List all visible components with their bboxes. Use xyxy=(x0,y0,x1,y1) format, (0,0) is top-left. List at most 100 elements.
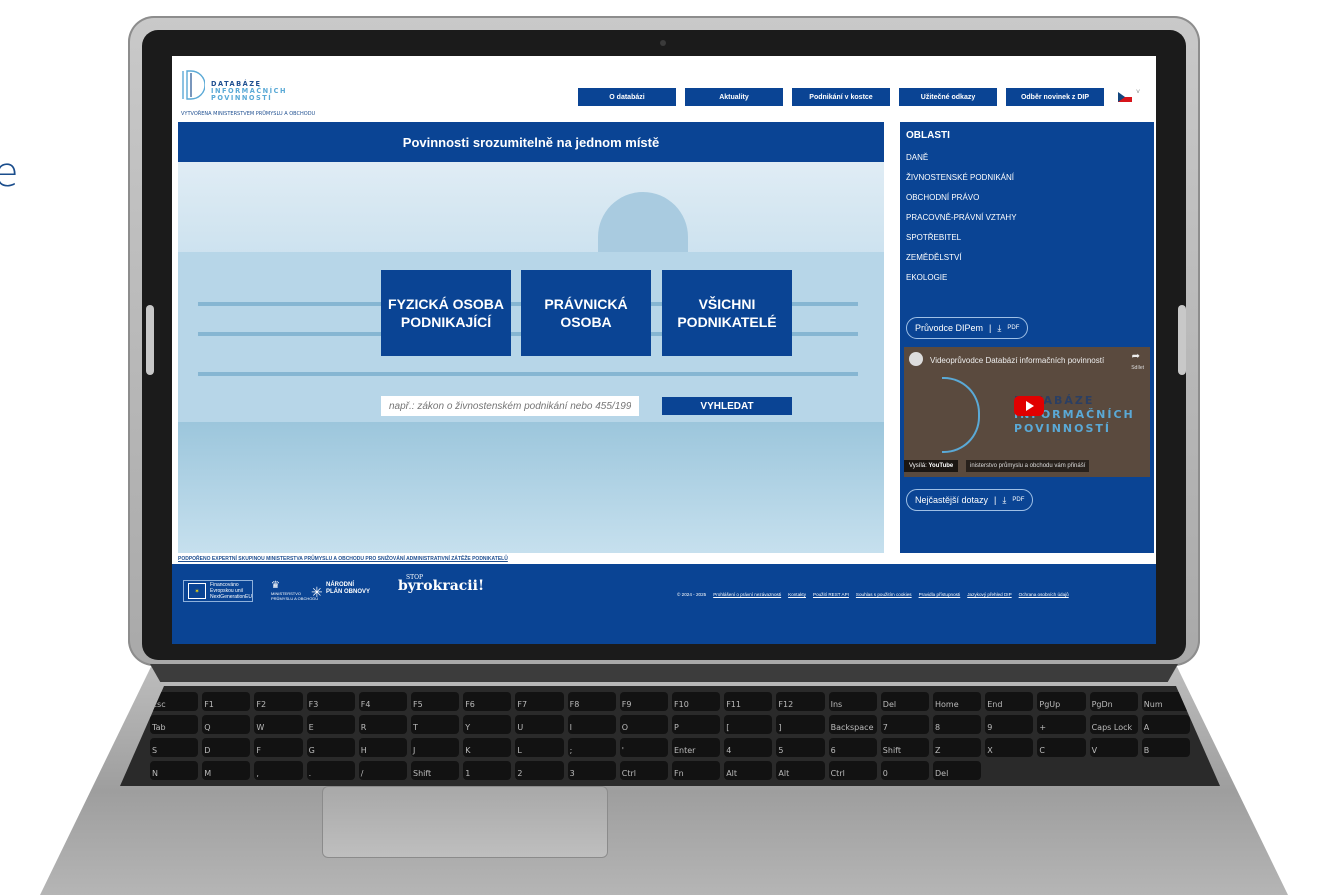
keyboard-key[interactable]: , xyxy=(254,761,303,780)
sidebar-item-zemedelstvi[interactable]: ZEMĚDĚLSTVÍ xyxy=(906,253,962,262)
keyboard-key[interactable]: 2 xyxy=(515,761,564,780)
keyboard-key[interactable]: Del xyxy=(880,692,929,711)
search-button[interactable]: VYHLEDAT xyxy=(662,397,792,415)
dip-logo[interactable]: DATABÁZE INFORMAČNÍCH POVINNOSTÍ xyxy=(181,69,291,113)
keyboard-key[interactable]: Backspace xyxy=(828,715,877,734)
keyboard-key[interactable]: Alt xyxy=(776,761,825,780)
tile-fyzicka-osoba[interactable]: FYZICKÁ OSOBA PODNIKAJÍCÍ xyxy=(381,270,511,356)
keyboard-key[interactable]: Ins xyxy=(828,692,877,711)
sidebar-item-zivnostenske-podnikani[interactable]: ŽIVNOSTENSKÉ PODNIKÁNÍ xyxy=(906,173,1014,182)
keyboard-key[interactable]: H xyxy=(358,738,407,757)
keyboard-key[interactable]: + xyxy=(1037,715,1086,734)
keyboard-key[interactable]: C xyxy=(1037,738,1086,757)
keyboard-key[interactable]: 5 xyxy=(776,738,825,757)
keyboard-key[interactable]: 6 xyxy=(828,738,877,757)
keyboard-key[interactable]: F4 xyxy=(358,692,407,711)
sidebar-item-pracovne-pravni-vztahy[interactable]: PRACOVNĚ-PRÁVNÍ VZTAHY xyxy=(906,213,1017,222)
video-player[interactable]: Videoprůvodce Databází informačních povi… xyxy=(904,347,1150,477)
keyboard-key[interactable]: Z xyxy=(933,738,982,757)
keyboard-key[interactable]: W xyxy=(254,715,303,734)
keyboard-key[interactable]: F3 xyxy=(306,692,355,711)
keyboard-key[interactable]: J xyxy=(411,738,460,757)
keyboard-key[interactable]: Ctrl xyxy=(619,761,668,780)
keyboard-key[interactable]: P xyxy=(672,715,721,734)
keyboard-key[interactable]: K xyxy=(463,738,512,757)
play-icon[interactable] xyxy=(1014,396,1044,416)
keyboard-key[interactable]: 8 xyxy=(933,715,982,734)
footer-link-prohlaseni[interactable]: Prohlášení o právní nezávaznosti xyxy=(713,592,781,597)
keyboard-key[interactable]: PgDn xyxy=(1089,692,1138,711)
search-input[interactable] xyxy=(381,396,639,416)
keyboard-key[interactable]: 7 xyxy=(880,715,929,734)
support-link[interactable]: PODPOŘENO EXPERTNÍ SKUPINOU MINISTERSTVA… xyxy=(178,556,508,562)
keyboard-key[interactable]: Alt xyxy=(724,761,773,780)
guide-pdf-button[interactable]: Průvodce DIPem | ⤓ PDF xyxy=(906,317,1029,339)
keyboard-key[interactable]: Ctrl xyxy=(828,761,877,780)
keyboard-key[interactable]: O xyxy=(619,715,668,734)
keyboard-key[interactable]: Q xyxy=(202,715,251,734)
footer-link-jazykovy-prehled[interactable]: Jazykový přehled DIP xyxy=(967,592,1011,597)
czech-flag-icon[interactable] xyxy=(1118,92,1132,102)
keyboard-key[interactable]: I xyxy=(567,715,616,734)
keyboard-key[interactable]: F8 xyxy=(567,692,616,711)
keyboard-key[interactable]: F1 xyxy=(202,692,251,711)
npo-logo[interactable]: NÁRODNÍ PLÁN OBNOVY xyxy=(326,582,370,596)
nav-uzitecne-odkazy[interactable]: Užitečné odkazy xyxy=(899,88,997,106)
keyboard-key[interactable]: Y xyxy=(463,715,512,734)
keyboard-key[interactable]: F2 xyxy=(254,692,303,711)
eu-funding-logo[interactable]: ✶ Financováno Evropskou unií NextGenerat… xyxy=(183,580,253,602)
footer-link-ochrana-udaju[interactable]: Ochrana osobních údajů xyxy=(1019,592,1069,597)
keyboard-key[interactable]: M xyxy=(202,761,251,780)
tile-vsichni-podnikatele[interactable]: VŠICHNI PODNIKATELÉ xyxy=(662,270,792,356)
keyboard-key[interactable]: T xyxy=(411,715,460,734)
keyboard-key[interactable]: F xyxy=(254,738,303,757)
keyboard-key[interactable]: Enter xyxy=(672,738,721,757)
keyboard-key[interactable]: B xyxy=(1141,738,1190,757)
keyboard-key[interactable]: S xyxy=(150,738,199,757)
keyboard-key[interactable]: 1 xyxy=(463,761,512,780)
keyboard-key[interactable]: Fn xyxy=(672,761,721,780)
keyboard-key[interactable]: D xyxy=(202,738,251,757)
footer-link-cookies[interactable]: Souhlas s použitím cookies xyxy=(856,592,912,597)
keyboard-key[interactable]: F10 xyxy=(672,692,721,711)
keyboard-key[interactable]: G xyxy=(306,738,355,757)
keyboard-key[interactable]: 3 xyxy=(567,761,616,780)
keyboard-key[interactable]: Shift xyxy=(880,738,929,757)
keyboard-key[interactable]: 9 xyxy=(985,715,1034,734)
keyboard-key[interactable]: F11 xyxy=(724,692,773,711)
keyboard-key[interactable]: Home xyxy=(933,692,982,711)
sidebar-item-obchodni-pravo[interactable]: OBCHODNÍ PRÁVO xyxy=(906,193,979,202)
keyboard-key[interactable]: 0 xyxy=(880,761,929,780)
keyboard-key[interactable]: 4 xyxy=(724,738,773,757)
keyboard-key[interactable]: ; xyxy=(567,738,616,757)
keyboard-key[interactable]: V xyxy=(1089,738,1138,757)
keyboard-key[interactable]: Shift xyxy=(411,761,460,780)
keyboard-key[interactable]: / xyxy=(358,761,407,780)
keyboard-key[interactable]: N xyxy=(150,761,199,780)
keyboard-key[interactable]: F7 xyxy=(515,692,564,711)
footer-link-rest-api[interactable]: Použití REST API xyxy=(813,592,849,597)
nav-odber-novinek[interactable]: Odběr novinek z DIP xyxy=(1006,88,1104,106)
share-icon[interactable]: ➦ xyxy=(1132,351,1140,362)
keyboard-key[interactable]: F5 xyxy=(411,692,460,711)
keyboard-key[interactable]: ' xyxy=(619,738,668,757)
keyboard-key[interactable]: E xyxy=(306,715,355,734)
faq-pdf-button[interactable]: Nejčastější dotazy | ⤓ PDF xyxy=(906,489,1034,511)
keyboard-key[interactable]: R xyxy=(358,715,407,734)
keyboard-key[interactable]: F6 xyxy=(463,692,512,711)
keyboard-key[interactable]: . xyxy=(306,761,355,780)
keyboard-key[interactable]: Del xyxy=(933,761,982,780)
watch-on-youtube[interactable]: Vysílá: YouTube xyxy=(904,460,959,472)
stop-byrokracii-logo[interactable]: byrokracii! xyxy=(398,578,484,594)
keyboard-key[interactable]: L xyxy=(515,738,564,757)
footer-link-pristupnost[interactable]: Pravidla přístupnosti xyxy=(919,592,961,597)
keyboard-key[interactable]: F9 xyxy=(619,692,668,711)
nav-aktuality[interactable]: Aktuality xyxy=(685,88,783,106)
sidebar-item-ekologie[interactable]: EKOLOGIE xyxy=(906,273,947,282)
sidebar-item-spotrebitel[interactable]: SPOTŘEBITEL xyxy=(906,233,961,242)
footer-link-kontakty[interactable]: Kontakty xyxy=(788,592,806,597)
keyboard-key[interactable]: ] xyxy=(776,715,825,734)
keyboard-key[interactable]: F12 xyxy=(776,692,825,711)
keyboard-key[interactable]: Caps Lock xyxy=(1089,715,1138,734)
keyboard-key[interactable]: X xyxy=(985,738,1034,757)
